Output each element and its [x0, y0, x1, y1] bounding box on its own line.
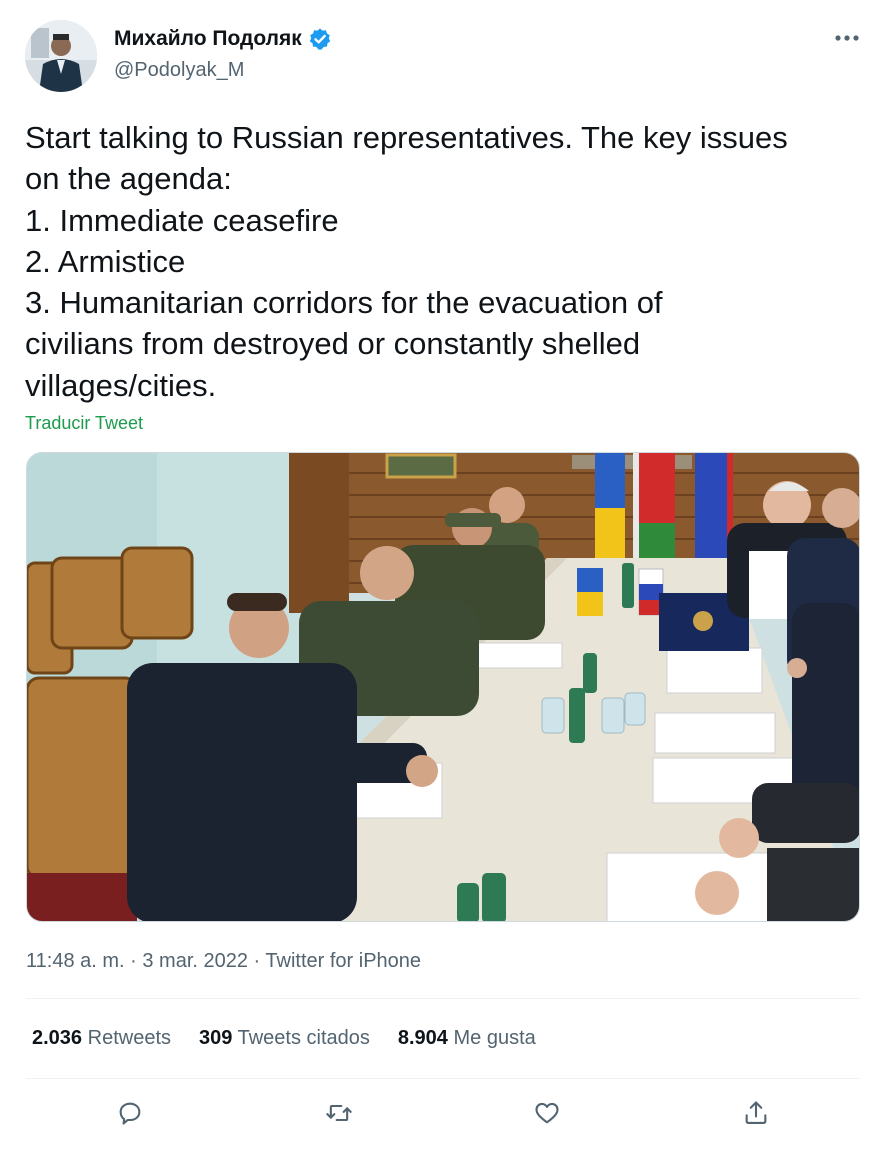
- tweet-photo-image: [27, 453, 859, 921]
- tweet-time[interactable]: 11:48 a. m.: [26, 950, 125, 972]
- tweet-text-line: civilians from destroyed or constantly s…: [25, 326, 641, 362]
- tweet-text-line: 2. Armistice: [25, 243, 186, 279]
- retweets-count: 2.036: [32, 1027, 83, 1049]
- tweet-text-line: Start talking to Russian representatives…: [25, 120, 788, 155]
- likes-count: 8.904: [397, 1027, 448, 1049]
- quotes-stat[interactable]: 309 Tweets citados: [199, 1027, 370, 1050]
- more-options-icon[interactable]: [832, 26, 862, 50]
- divider: [26, 998, 860, 999]
- divider: [26, 1078, 860, 1079]
- author-display-name[interactable]: Михайло Подоляк: [114, 27, 302, 51]
- tweet-text-line: on the agenda:: [25, 161, 232, 197]
- tweet-text-line: villages/cities.: [25, 367, 217, 403]
- retweets-label: Retweets: [87, 1027, 171, 1049]
- tweet-source[interactable]: Twitter for iPhone: [265, 950, 421, 972]
- tweet-stats: 2.036 Retweets 309 Tweets citados 8.904 …: [32, 1027, 536, 1050]
- retweet-icon[interactable]: [321, 1095, 357, 1131]
- verified-badge-icon: [308, 27, 332, 51]
- tweet-text-line: 1. Immediate ceasefire: [25, 202, 339, 238]
- quotes-label: Tweets citados: [237, 1027, 370, 1049]
- tweet-date[interactable]: 3 mar. 2022: [142, 950, 248, 972]
- avatar-image: [25, 20, 97, 92]
- quotes-count: 309: [199, 1027, 233, 1049]
- likes-label: Me gusta: [453, 1027, 536, 1049]
- reply-icon[interactable]: [112, 1095, 148, 1131]
- tweet-text: Start talking to Russian representatives…: [25, 117, 870, 406]
- avatar[interactable]: [25, 20, 97, 92]
- author-name-row[interactable]: Михайло Подоляк: [114, 27, 332, 51]
- translate-tweet-link[interactable]: Traducir Tweet: [25, 413, 143, 434]
- tweet-photo[interactable]: [26, 452, 860, 922]
- separator-dot: ·: [124, 950, 143, 972]
- separator-dot: ·: [247, 950, 266, 972]
- author-handle[interactable]: @Podolyak_M: [114, 59, 244, 82]
- heart-icon[interactable]: [529, 1095, 565, 1131]
- likes-stat[interactable]: 8.904 Me gusta: [398, 1027, 536, 1050]
- share-icon[interactable]: [738, 1095, 774, 1131]
- tweet-timestamp-line: 11:48 a. m. · 3 mar. 2022 · Twitter for …: [26, 950, 421, 973]
- tweet-text-line: 3. Humanitarian corridors for the evacua…: [25, 285, 663, 321]
- retweets-stat[interactable]: 2.036 Retweets: [32, 1027, 171, 1050]
